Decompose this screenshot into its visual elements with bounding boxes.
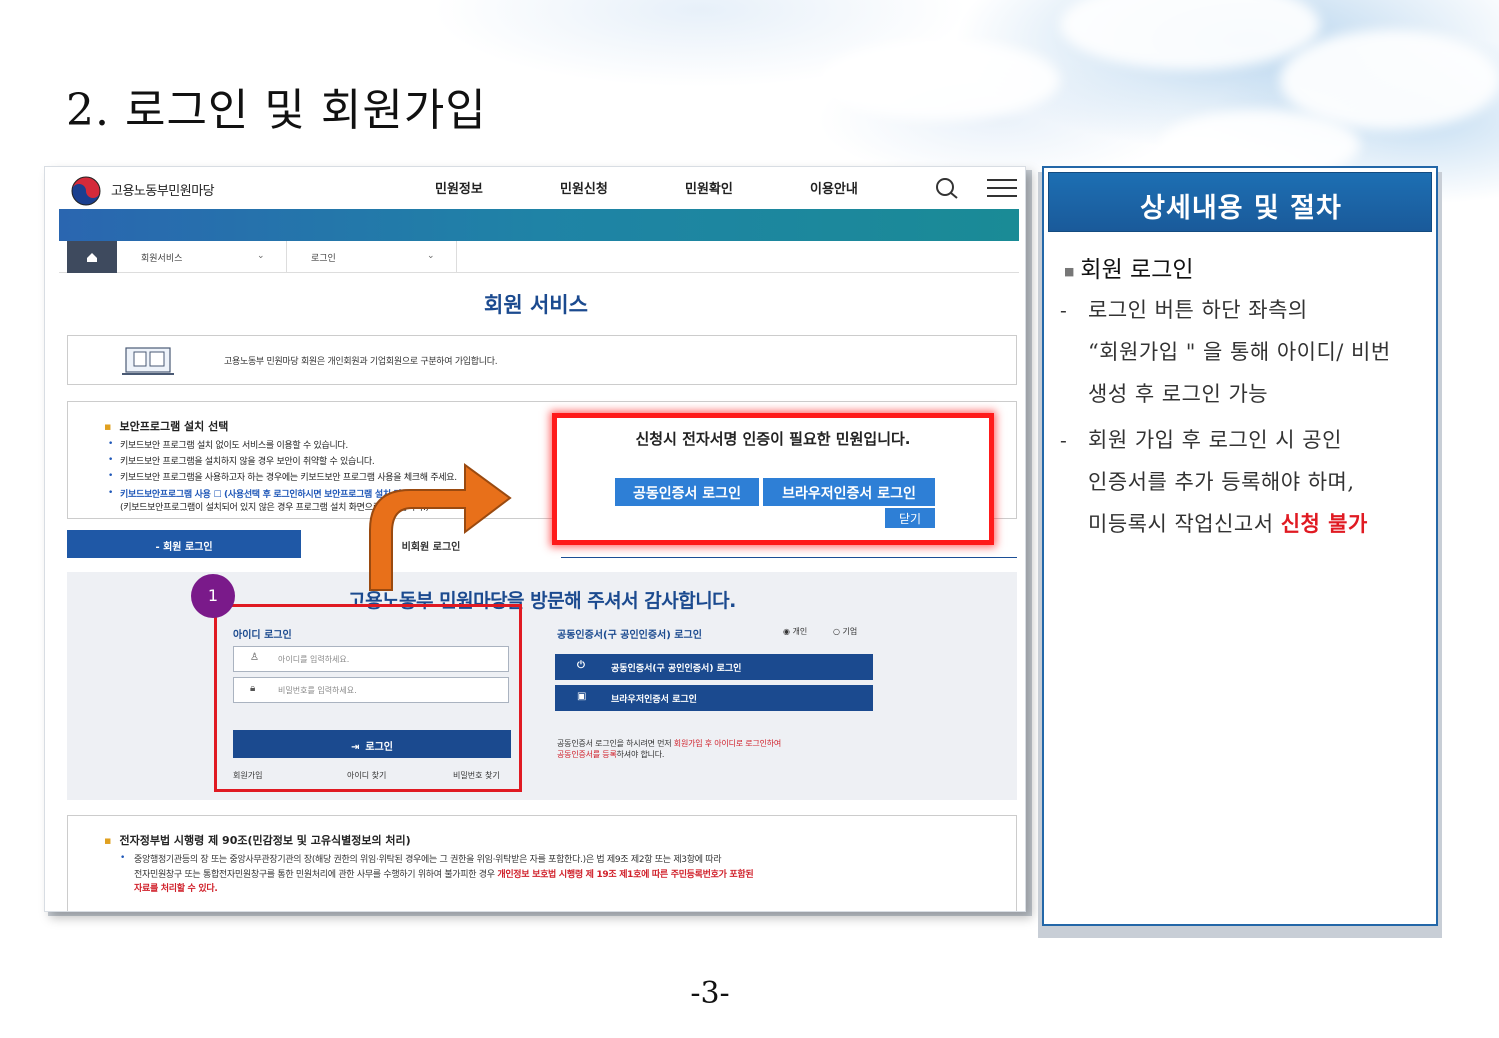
nav-item-info[interactable]: 민원정보 xyxy=(435,178,483,197)
panel-line: 생성 후 로그인 가능 xyxy=(1088,382,1269,406)
cert-login-label: 공동인증서(구 공인인증서) 로그인 xyxy=(557,630,702,641)
arrow-icon xyxy=(369,463,512,591)
radio-company[interactable]: ○ 기업 xyxy=(833,626,857,637)
breadcrumb-login[interactable]: 로그인 ⌄ xyxy=(287,241,457,273)
detail-panel: 상세내용 및 절차 ■ 회원 로그인 - 로그인 버튼 하단 좌측의 “회원가입 … xyxy=(1042,166,1438,926)
cert-note-highlight: 회원가입 후 아이디로 로그인하여 xyxy=(673,739,782,748)
nav-item-guide[interactable]: 이용안내 xyxy=(810,178,858,197)
cert-note-text: 공동인증서 로그인을 하시려면 먼저 xyxy=(557,739,674,748)
cert-note-highlight: 공동인증서를 등록 xyxy=(557,750,617,759)
law-title: ▪ 전자정부법 시행령 제 90조(민감정보 및 고유식별정보의 처리) xyxy=(104,832,411,848)
law-line: 전자민원창구 또는 통합전자민원창구를 통한 민원처리에 관한 사무를 수행하기… xyxy=(134,867,754,880)
panel-line: 회원 가입 후 로그인 시 공인 xyxy=(1088,428,1342,452)
document-icon xyxy=(122,347,174,375)
info-text: 고용노동부 민원마당 회원은 개인회원과 기업회원으로 구분하여 가입합니다. xyxy=(224,357,498,367)
radio-company-label: 기업 xyxy=(842,627,858,636)
law-notice-box: ▪ 전자정부법 시행령 제 90조(민감정보 및 고유식별정보의 처리) • 중앙… xyxy=(67,815,1017,911)
power-icon: ⏻ xyxy=(577,660,585,671)
panel-line-text: 미등록시 작업신고서 xyxy=(1088,512,1281,536)
home-icon xyxy=(87,253,97,262)
cert-login-button-label: 공동인증서(구 공인인증서) 로그인 xyxy=(611,664,742,674)
dash-bullet: - xyxy=(1060,298,1067,322)
cert-note-text: 하셔야 합니다. xyxy=(616,750,665,759)
breadcrumb-member-service[interactable]: 회원서비스 ⌄ xyxy=(117,241,287,273)
popup-message: 신청시 전자서명 인증이 필요한 민원입니다. xyxy=(635,430,911,448)
popup-cert-login-button[interactable]: 공동인증서 로그인 xyxy=(615,478,759,506)
government-logo-icon xyxy=(71,176,101,206)
security-line: 키보드보안 프로그램을 설치하지 않을 경우 보안이 취약할 수 있습니다. xyxy=(120,457,375,467)
panel-line: 미등록시 작업신고서 신청 불가 xyxy=(1088,508,1368,538)
lock-icon: ▣ xyxy=(577,691,587,702)
law-line-text: 전자민원창구 또는 통합전자민원창구를 통한 민원처리에 관한 사무를 수행하기… xyxy=(134,870,498,880)
breadcrumb: 회원서비스 ⌄ 로그인 ⌄ xyxy=(59,241,1019,273)
nav-item-apply[interactable]: 민원신청 xyxy=(560,178,608,197)
law-line-highlight: 개인정보 보호법 시행령 제 19조 제1호에 따른 주민등록번호가 포함된 xyxy=(497,870,754,880)
bullet-icon: • xyxy=(120,853,126,863)
bullet-icon: • xyxy=(108,439,114,449)
top-navigation: 고용노동부민원마당 민원정보 민원신청 민원확인 이용안내 xyxy=(45,167,1025,209)
e-signature-popup: 신청시 전자서명 인증이 필요한 민원입니다. 공동인증서 로그인 브라우저인증… xyxy=(552,413,994,545)
bullet-icon: • xyxy=(108,488,114,498)
panel-line: 인증서를 추가 등록해야 하며, xyxy=(1088,470,1355,494)
home-button[interactable] xyxy=(67,241,117,273)
cert-note: 공동인증서 로그인을 하시려면 먼저 회원가입 후 아이디로 로그인하여 공동인… xyxy=(557,738,781,760)
radio-personal-label: 개인 xyxy=(792,627,808,636)
law-line-highlight: 자료를 처리할 수 있다. xyxy=(134,884,218,894)
popup-close-button[interactable]: 닫기 xyxy=(885,508,935,528)
popup-browser-cert-login-button[interactable]: 브라우저인증서 로그인 xyxy=(763,478,935,506)
header-banner xyxy=(59,209,1019,241)
security-title: ▪ 보안프로그램 설치 선택 xyxy=(104,418,228,434)
breadcrumb-label: 회원서비스 xyxy=(141,254,183,264)
browser-cert-login-button-label: 브라우저인증서 로그인 xyxy=(611,695,697,705)
info-box: 고용노동부 민원마당 회원은 개인회원과 기업회원으로 구분하여 가입합니다. xyxy=(67,335,1017,385)
slide-title: 2. 로그인 및 회원가입 xyxy=(66,85,487,136)
breadcrumb-label: 로그인 xyxy=(311,254,336,264)
panel-line-highlight: 신청 불가 xyxy=(1280,511,1368,536)
cert-login-button[interactable]: ⏻ 공동인증서(구 공인인증서) 로그인 xyxy=(555,654,873,680)
site-logo-text[interactable]: 고용노동부민원마당 xyxy=(111,180,215,199)
nav-item-check[interactable]: 민원확인 xyxy=(685,178,733,197)
page-number: -3- xyxy=(690,976,730,1011)
panel-line: “회원가입 " 을 통해 아이디/ 비번 xyxy=(1088,340,1391,364)
bullet-icon: ▪ xyxy=(104,420,112,433)
id-login-highlight-box xyxy=(214,604,522,792)
security-line: 키보드보안 프로그램 설치 없이도 서비스를 이용할 수 있습니다. xyxy=(120,441,348,451)
browser-cert-login-button[interactable]: ▣ 브라우저인증서 로그인 xyxy=(555,685,873,711)
page-heading: 회원 서비스 xyxy=(484,293,588,317)
panel-line: 로그인 버튼 하단 좌측의 xyxy=(1088,298,1308,322)
radio-personal[interactable]: ◉ 개인 xyxy=(783,626,807,637)
law-line: 자료를 처리할 수 있다. xyxy=(134,881,218,894)
search-icon[interactable] xyxy=(933,176,961,200)
panel-header: 상세내용 및 절차 xyxy=(1048,172,1432,232)
bullet-icon: • xyxy=(108,455,114,465)
security-title-text: 보안프로그램 설치 선택 xyxy=(119,420,229,433)
bullet-icon: ▪ xyxy=(104,834,112,847)
panel-header-text: 상세내용 및 절차 xyxy=(1140,193,1342,224)
chevron-down-icon: ⌄ xyxy=(257,251,265,261)
law-line: 중앙행정기관등의 장 또는 중앙사무관장기관의 장(해당 권한의 위임·위탁된 … xyxy=(134,855,722,865)
square-bullet-icon: ■ xyxy=(1064,264,1075,278)
panel-section-title: ■ 회원 로그인 xyxy=(1064,250,1194,284)
bullet-icon: • xyxy=(108,471,114,481)
dash-bullet: - xyxy=(1060,428,1067,452)
hamburger-menu-icon[interactable] xyxy=(985,176,1019,200)
tab-member-login[interactable]: - 회원 로그인 xyxy=(67,530,301,558)
law-title-text: 전자정부법 시행령 제 90조(민감정보 및 고유식별정보의 처리) xyxy=(119,834,411,847)
step-marker: 1 xyxy=(191,574,235,618)
chevron-down-icon: ⌄ xyxy=(427,251,435,261)
panel-section-title-text: 회원 로그인 xyxy=(1080,257,1194,283)
